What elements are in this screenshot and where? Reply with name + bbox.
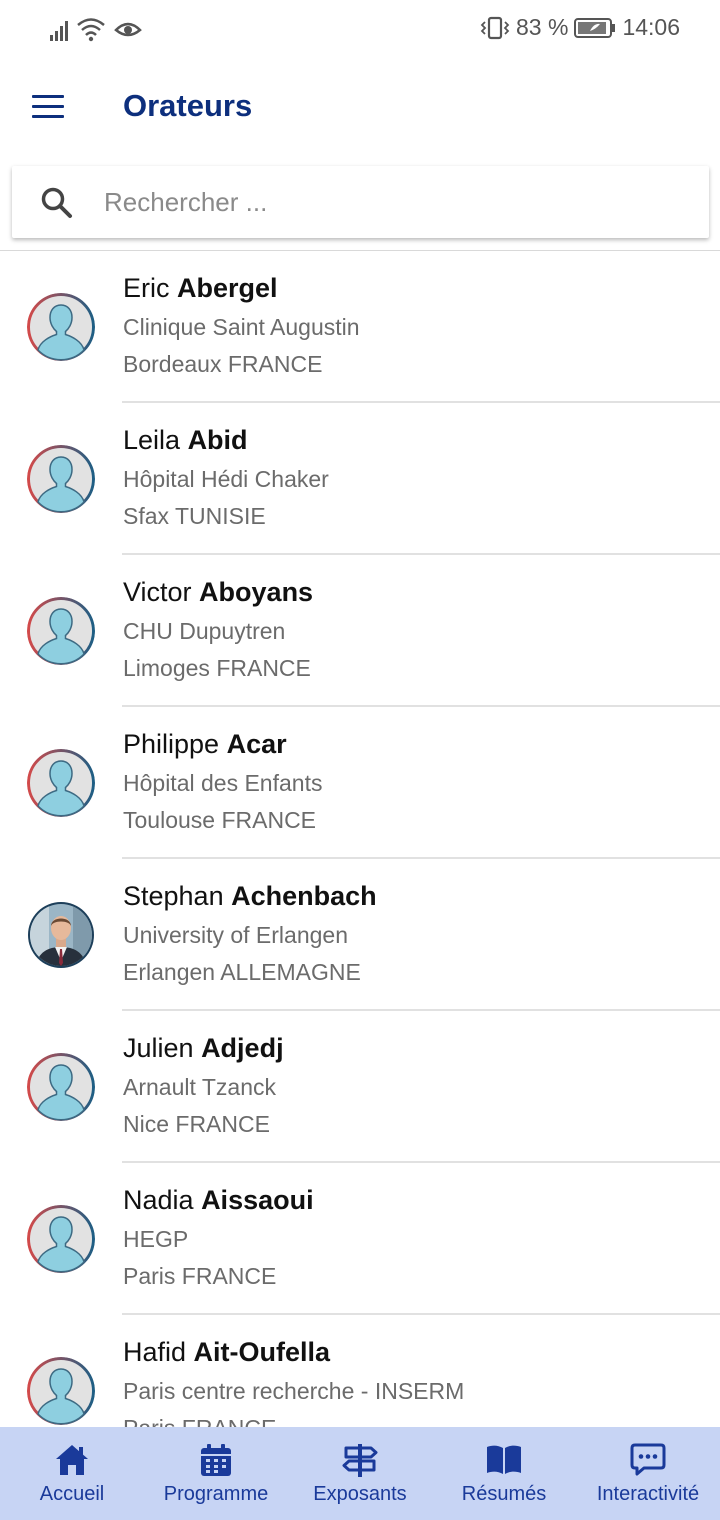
home-icon [56, 1445, 88, 1475]
speaker-institution: CHU Dupuytren [123, 618, 286, 644]
speaker-institution: Hôpital des Enfants [123, 770, 323, 796]
speaker-location: Paris FRANCE [123, 1415, 276, 1427]
speaker-item[interactable]: Hafid Ait-Oufella Paris centre recherche… [0, 1315, 720, 1427]
chat-icon [630, 1443, 666, 1476]
speaker-item[interactable]: Eric Abergel Clinique Saint Augustin Bor… [0, 251, 720, 403]
avatar-placeholder-icon [27, 1205, 95, 1273]
signal-icon [50, 17, 68, 41]
speaker-photo [27, 901, 95, 969]
speaker-location: Paris FRANCE [123, 1263, 277, 1289]
speaker-name: Eric Abergel [123, 273, 278, 303]
avatar-placeholder-icon [27, 445, 95, 513]
avatar-placeholder-icon [27, 293, 95, 361]
avatar-placeholder-icon [27, 597, 95, 665]
speaker-institution: HEGP [123, 1226, 189, 1252]
nav-label: Programme [163, 1483, 269, 1505]
speaker-item[interactable]: Stephan Achenbach University of Erlangen… [0, 859, 720, 1011]
speaker-location: Sfax TUNISIE [123, 503, 266, 529]
avatar-placeholder-icon [27, 1357, 95, 1425]
status-bar: 83 % 14:06 [0, 0, 720, 62]
nav-label: Accueil [39, 1483, 105, 1505]
search-icon [41, 187, 72, 218]
nav-label: Interactivité [596, 1483, 700, 1505]
speaker-institution: University of Erlangen [123, 922, 348, 948]
bottom-nav: Accueil Programme Exposants Résumés Inte… [0, 1427, 720, 1520]
calendar-icon [201, 1444, 231, 1476]
speaker-location: Limoges FRANCE [123, 655, 311, 681]
wifi-icon [77, 18, 105, 42]
battery-percent: 83 % [516, 14, 569, 40]
speaker-institution: Paris centre recherche - INSERM [123, 1378, 465, 1404]
nav-exposants[interactable]: Exposants [288, 1427, 432, 1520]
speaker-location: Nice FRANCE [123, 1111, 270, 1137]
speaker-location: Bordeaux FRANCE [123, 351, 323, 377]
status-right: 83 % 14:06 [480, 14, 680, 41]
speaker-location: Erlangen ALLEMAGNE [123, 959, 361, 985]
clock: 14:06 [622, 14, 680, 40]
speaker-name: Victor Aboyans [123, 577, 314, 607]
nav-interactivite[interactable]: Interactivité [576, 1427, 720, 1520]
speaker-name: Hafid Ait-Oufella [123, 1337, 331, 1367]
status-left [50, 16, 142, 42]
speaker-institution: Arnault Tzanck [123, 1074, 276, 1100]
speaker-item[interactable]: Nadia Aissaoui HEGP Paris FRANCE [0, 1163, 720, 1315]
nav-label: Résumés [461, 1483, 547, 1505]
speaker-item[interactable]: Julien Adjedj Arnault Tzanck Nice FRANCE [0, 1011, 720, 1163]
speaker-item[interactable]: Victor Aboyans CHU Dupuytren Limoges FRA… [0, 555, 720, 707]
speaker-institution: Hôpital Hédi Chaker [123, 466, 329, 492]
speaker-list[interactable]: Eric Abergel Clinique Saint Augustin Bor… [0, 251, 720, 1427]
speaker-name: Stephan Achenbach [123, 881, 377, 911]
signpost-icon [342, 1444, 378, 1477]
speaker-name: Julien Adjedj [123, 1033, 284, 1063]
book-icon [487, 1445, 521, 1474]
speaker-institution: Clinique Saint Augustin [123, 314, 360, 340]
search-bar[interactable] [12, 166, 709, 238]
nav-resumes[interactable]: Résumés [432, 1427, 576, 1520]
speaker-name: Philippe Acar [123, 729, 287, 759]
speaker-name: Leila Abid [123, 425, 248, 455]
battery-icon [574, 17, 616, 38]
avatar-placeholder-icon [27, 749, 95, 817]
nav-accueil[interactable]: Accueil [0, 1427, 144, 1520]
speaker-item[interactable]: Philippe Acar Hôpital des Enfants Toulou… [0, 707, 720, 859]
hamburger-menu-icon[interactable] [32, 95, 64, 121]
speaker-item[interactable]: Leila Abid Hôpital Hédi Chaker Sfax TUNI… [0, 403, 720, 555]
nav-programme[interactable]: Programme [144, 1427, 288, 1520]
page-title: Orateurs [123, 88, 253, 123]
vibrate-icon [480, 16, 510, 39]
eye-icon [114, 22, 142, 37]
speaker-location: Toulouse FRANCE [123, 807, 317, 833]
search-input[interactable] [104, 178, 684, 226]
speaker-name: Nadia Aissaoui [123, 1185, 314, 1215]
nav-label: Exposants [313, 1483, 407, 1505]
app-header: Orateurs [0, 62, 720, 154]
avatar-placeholder-icon [27, 1053, 95, 1121]
